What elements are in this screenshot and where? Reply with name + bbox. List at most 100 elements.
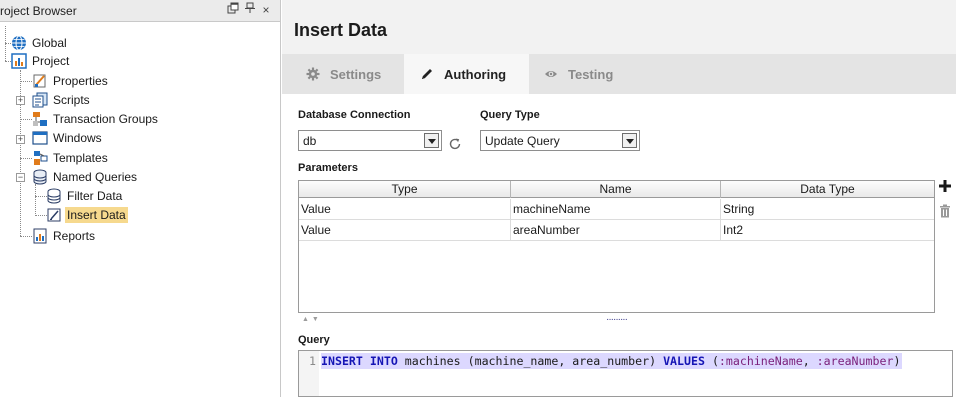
cell-name[interactable]: machineName [511, 199, 721, 219]
sql-table-name: machines [404, 354, 461, 368]
tab-testing[interactable]: Testing [544, 54, 644, 94]
sql-parameter: :areaNumber [816, 354, 894, 368]
eye-icon [544, 67, 558, 81]
query-type-value: Update Query [485, 134, 560, 148]
tree-item-label: Global [32, 36, 67, 50]
cell-type[interactable]: Value [299, 220, 511, 240]
table-row[interactable]: Value areaNumber Int2 [299, 220, 934, 241]
page-title: Insert Data [294, 20, 388, 40]
transaction-groups-icon [32, 111, 48, 127]
table-query-splitter[interactable]: ▲▼ ········· [298, 314, 938, 326]
sql-column-list: (machine_name, area_number) [467, 354, 657, 368]
tree-item-label: Windows [53, 131, 102, 145]
database-connection-value: db [303, 134, 317, 148]
table-header: Type Name Data Type [299, 181, 934, 198]
tab-label: Authoring [444, 66, 507, 82]
tree-item-scripts[interactable]: Scripts [32, 91, 92, 109]
globe-icon [11, 35, 27, 51]
parameters-table: Type Name Data Type Value machineName St… [298, 180, 935, 313]
gear-icon [306, 67, 320, 81]
properties-icon [32, 73, 48, 89]
pin-icon[interactable] [243, 2, 257, 18]
cell-data-type[interactable]: String [721, 199, 934, 219]
expand-scripts-toggle[interactable]: + [16, 96, 25, 105]
query-type-label: Query Type [480, 109, 540, 121]
cell-data-type[interactable]: Int2 [721, 220, 934, 240]
line-number-gutter: 1 [299, 351, 319, 396]
project-browser-title: roject Browser [0, 4, 77, 18]
sql-separator: , [802, 354, 817, 368]
sql-paren: ) [893, 354, 901, 368]
tab-settings[interactable]: Settings [302, 54, 410, 94]
project-browser-panel: roject Browser × + + − Global Project Pr… [0, 0, 281, 397]
database-connection-label: Database Connection [298, 109, 411, 121]
query-code-editor[interactable]: 1 INSERT INTO machines (machine_name, ar… [298, 350, 953, 397]
expand-windows-toggle[interactable]: + [16, 135, 25, 144]
close-icon[interactable]: × [259, 2, 273, 18]
cell-name[interactable]: areaNumber [511, 220, 721, 240]
tree-connector [20, 81, 32, 82]
query-type-dropdown[interactable]: Update Query [480, 130, 640, 151]
refresh-icon[interactable] [447, 136, 463, 152]
named-query-editor: Insert Data Settings Authoring Testing D… [282, 0, 956, 397]
tree-item-named-queries[interactable]: Named Queries [32, 168, 139, 186]
tree-item-label: Insert Data [65, 207, 128, 223]
sql-parameter: :machineName [718, 354, 803, 368]
tab-label: Settings [330, 66, 382, 82]
trash-icon[interactable] [939, 204, 951, 218]
tree-item-reports[interactable]: Reports [32, 227, 97, 245]
tree-connector [20, 119, 32, 120]
templates-icon [32, 150, 48, 166]
tree-item-label: Properties [53, 74, 108, 88]
query-icon [46, 188, 62, 204]
query-label: Query [298, 334, 330, 346]
tree-connector [35, 184, 36, 216]
tree-item-transaction-groups[interactable]: Transaction Groups [32, 110, 160, 128]
reports-icon [32, 228, 48, 244]
add-parameter-button[interactable] [939, 180, 951, 192]
tree-item-global[interactable]: Global [11, 34, 69, 52]
sql-keyword: INTO [369, 354, 398, 368]
collapse-arrows-icon[interactable]: ▲▼ [302, 316, 322, 323]
tree-item-properties[interactable]: Properties [32, 72, 110, 90]
tree-item-windows[interactable]: Windows [32, 129, 104, 147]
column-header-data-type[interactable]: Data Type [721, 181, 934, 198]
tree-item-label: Project [32, 54, 70, 68]
tab-authoring[interactable]: Authoring [404, 54, 529, 94]
tree-item-label: Filter Data [67, 189, 123, 203]
collapse-named-queries-toggle[interactable]: − [16, 173, 25, 182]
tree-item-label: Named Queries [53, 170, 138, 184]
chevron-down-icon [622, 133, 637, 148]
windows-icon [32, 130, 48, 146]
tree-item-project[interactable]: Project [11, 52, 71, 70]
edit-query-icon [46, 207, 62, 223]
tree-connector [20, 236, 32, 237]
database-connection-dropdown[interactable]: db [298, 130, 442, 151]
authoring-content: Database Connection db Query Type Update… [282, 94, 956, 397]
tree-item-label: Templates [53, 151, 108, 165]
parameters-label: Parameters [298, 162, 358, 174]
column-header-name[interactable]: Name [511, 181, 721, 198]
project-browser-header: roject Browser × [0, 0, 280, 22]
chevron-down-icon [424, 133, 439, 148]
tree-item-label: Transaction Groups [53, 112, 158, 126]
editor-tab-bar: Settings Authoring Testing [282, 54, 956, 94]
code-line[interactable]: INSERT INTO machines (machine_name, area… [321, 353, 903, 369]
column-header-type[interactable]: Type [299, 181, 511, 198]
tree-item-label: Reports [53, 229, 96, 243]
sql-keyword: INSERT [321, 354, 363, 368]
splitter-handle[interactable]: ········· [606, 314, 628, 325]
scripts-icon [32, 92, 48, 108]
line-number: 1 [309, 354, 316, 368]
tab-label: Testing [568, 66, 614, 82]
table-row[interactable]: Value machineName String [299, 199, 934, 220]
cell-type[interactable]: Value [299, 199, 511, 219]
sql-keyword: VALUES [663, 354, 705, 368]
tree-item-templates[interactable]: Templates [32, 149, 110, 167]
tree-item-insert-data[interactable]: Insert Data [46, 206, 128, 224]
project-icon [11, 53, 27, 69]
tree-item-filter-data[interactable]: Filter Data [46, 187, 124, 205]
float-window-icon[interactable] [226, 2, 240, 18]
sql-paren: ( [711, 354, 719, 368]
tree-connector [20, 158, 32, 159]
